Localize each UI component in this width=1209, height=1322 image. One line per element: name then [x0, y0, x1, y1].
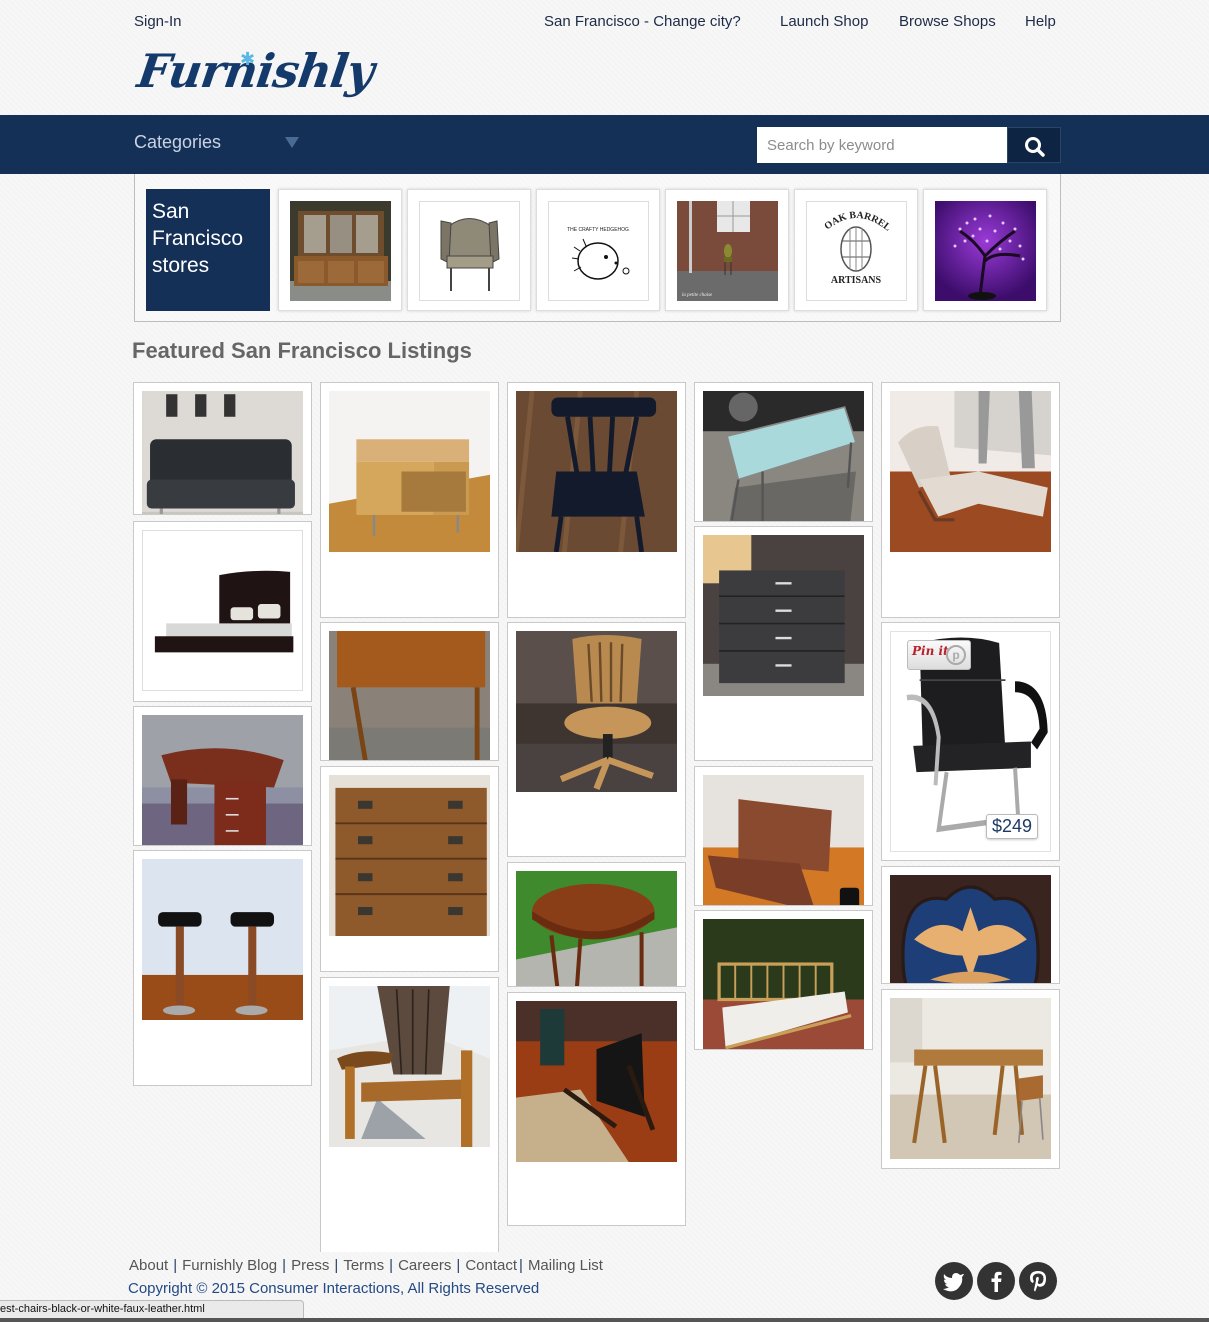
footer-separator: | [456, 1257, 461, 1274]
listing-card-oak-swivel-chair[interactable] [507, 622, 686, 857]
chevron-down-icon[interactable] [285, 137, 299, 148]
store-thumbnail: la petite chaise [677, 201, 778, 301]
listing-card-beige-recliner[interactable] [881, 382, 1060, 618]
footer-link-careers[interactable]: Careers [398, 1257, 451, 1274]
featured-listings-title: Featured San Francisco Listings [132, 338, 472, 363]
launch-shop-link[interactable]: Launch Shop [780, 13, 868, 30]
listing-image [329, 631, 490, 760]
store-tile-purple-tree[interactable] [923, 189, 1047, 311]
pinterest-icon: p [946, 645, 966, 665]
store-tile-wingback[interactable] [407, 189, 531, 311]
listing-card-eagle-plaque[interactable] [881, 866, 1060, 984]
listing-card-black-leather-chair[interactable]: Pin it p $249 [881, 622, 1060, 861]
copyright-text: Copyright © 2015 Consumer Interactions, … [128, 1280, 540, 1297]
footer-separator: | [282, 1257, 287, 1274]
listing-image [516, 1001, 677, 1162]
change-city-link[interactable]: San Francisco - Change city? [544, 13, 741, 30]
store-tile-petite-chaise[interactable]: la petite chaise [665, 189, 789, 311]
listing-image [703, 775, 864, 905]
store-thumbnail: OAK BARREL ARTISANS [806, 201, 907, 301]
svg-text:la petite chaise: la petite chaise [682, 293, 713, 298]
listing-card-cherry-desk[interactable] [133, 706, 312, 846]
listing-image [890, 875, 1051, 983]
listing-card-trestle-desk[interactable] [881, 989, 1060, 1169]
svg-text:THE CRAFTY HEDGEHOG: THE CRAFTY HEDGEHOG [567, 227, 629, 233]
search-icon [1025, 137, 1045, 157]
store-tile-crafty-hedgehog[interactable]: THE CRAFTY HEDGEHOG [536, 189, 660, 311]
listing-image [142, 530, 303, 691]
facebook-link[interactable] [977, 1262, 1015, 1300]
listing-card-leather-sling-chair[interactable] [507, 992, 686, 1226]
snowflake-icon: ✱ [240, 49, 256, 69]
twitter-icon [943, 1273, 964, 1292]
listing-image [516, 631, 677, 792]
listing-image [516, 871, 677, 986]
window-bottom-edge [0, 1318, 1209, 1322]
logo-text: Furnishly [134, 44, 377, 98]
browser-status-bar: est-chairs-black-or-white-faux-leather.h… [0, 1300, 304, 1319]
listing-card-campaign-chest[interactable] [320, 766, 499, 972]
price-tag: $249 [985, 814, 1038, 839]
listing-card-black-tufted-futon[interactable] [133, 382, 312, 515]
footer-separator: | [389, 1257, 394, 1274]
listing-card-glass-coffee-table[interactable] [694, 382, 873, 522]
categories-dropdown[interactable]: Categories [134, 132, 221, 153]
svg-text:ARTISANS: ARTISANS [831, 275, 882, 286]
footer-link-press[interactable]: Press [291, 1257, 329, 1274]
twitter-link[interactable] [935, 1262, 973, 1300]
help-link[interactable]: Help [1025, 13, 1056, 30]
footer-separator: | [173, 1257, 178, 1274]
store-tile-hutch[interactable] [278, 189, 402, 311]
listing-card-bar-stools[interactable] [133, 850, 312, 1086]
store-thumbnail [290, 201, 391, 301]
sign-in-link[interactable]: Sign-In [134, 13, 182, 30]
listing-image [703, 535, 864, 696]
listing-card-adirondack-chair[interactable] [320, 977, 499, 1252]
pin-it-label: Pin it [912, 644, 949, 658]
search-button[interactable] [1007, 127, 1061, 163]
footer-link-terms[interactable]: Terms [343, 1257, 384, 1274]
main-navbar: Categories [0, 115, 1209, 174]
store-thumbnail [419, 201, 520, 301]
footer-link-about[interactable]: About [129, 1257, 168, 1274]
listing-image [142, 715, 303, 845]
footer-links: About | Furnishly Blog | Press | Terms | Careers… [129, 1257, 603, 1274]
footer-separator: | [334, 1257, 339, 1274]
listing-image [516, 391, 677, 552]
listing-image [890, 998, 1051, 1159]
listing-card-work-table[interactable] [320, 622, 499, 761]
facebook-icon [991, 1271, 1002, 1292]
listing-image [329, 391, 490, 552]
listing-card-bamboo-daybed[interactable] [694, 910, 873, 1050]
listing-image [329, 775, 490, 936]
footer-link-blog[interactable]: Furnishly Blog [182, 1257, 277, 1274]
store-tile-oak-barrel[interactable]: OAK BARREL ARTISANS [794, 189, 918, 311]
search-input[interactable] [757, 127, 1007, 163]
listing-card-maple-nightstand[interactable] [320, 382, 499, 618]
listing-image [142, 391, 303, 514]
listing-image [329, 986, 490, 1147]
listing-image [890, 391, 1051, 552]
browse-shops-link[interactable]: Browse Shops [899, 13, 996, 30]
listing-card-black-dresser[interactable] [694, 526, 873, 761]
listing-card-round-dining-table[interactable] [507, 862, 686, 987]
listing-card-platform-bed[interactable] [133, 521, 312, 702]
listing-card-spindle-chair[interactable] [507, 382, 686, 618]
pinterest-icon [1030, 1271, 1046, 1292]
stores-carousel: San Francisco stores THE CRAFTY HEDGEHOG… [134, 174, 1061, 322]
listing-image [142, 859, 303, 1020]
store-thumbnail [935, 201, 1036, 301]
footer-link-contact[interactable]: Contact [465, 1257, 517, 1274]
store-thumbnail: THE CRAFTY HEDGEHOG [548, 201, 649, 301]
listing-image [703, 391, 864, 521]
listing-image [703, 919, 864, 1049]
stores-title: San Francisco stores [146, 189, 270, 311]
pin-it-button[interactable]: Pin it p [907, 640, 971, 670]
pinterest-link[interactable] [1019, 1262, 1057, 1300]
footer-link-mailing-list[interactable]: Mailing List [528, 1257, 603, 1274]
footer-separator: | [519, 1257, 523, 1274]
furnishly-logo[interactable]: Furnishly ✱ [134, 40, 377, 115]
listing-card-brown-futon[interactable] [694, 766, 873, 906]
